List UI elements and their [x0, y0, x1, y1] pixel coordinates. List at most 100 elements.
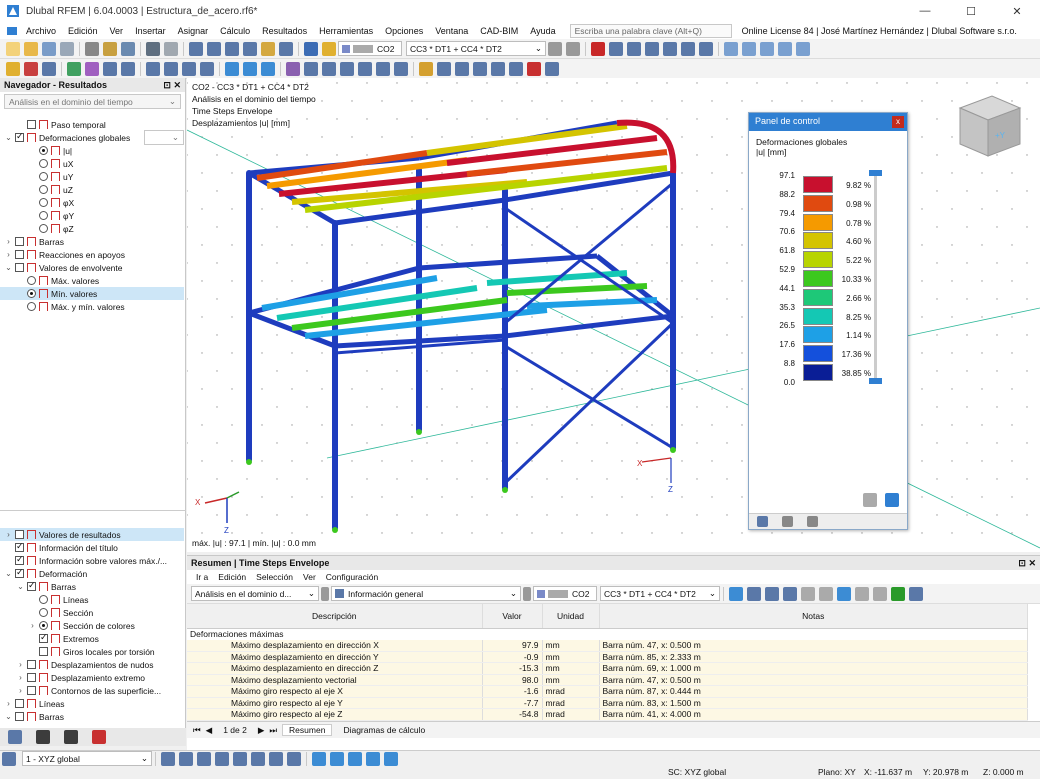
radio-button[interactable]: [39, 185, 48, 194]
snap-icon-5[interactable]: [384, 751, 398, 766]
radio-button[interactable]: [39, 608, 48, 617]
tab-resumen[interactable]: Resumen: [282, 724, 333, 736]
annotation-icon[interactable]: [394, 61, 408, 76]
values-icon[interactable]: [627, 41, 641, 56]
nav-item[interactable]: uX: [0, 157, 184, 170]
results-export-icon[interactable]: [855, 586, 869, 601]
section-icon[interactable]: [663, 41, 677, 56]
results-analysis-combo[interactable]: Análisis en el dominio d... ⌄: [191, 586, 319, 601]
nav-item[interactable]: φZ: [0, 222, 184, 235]
menu-herramientas[interactable]: Herramientas: [313, 26, 379, 36]
checkbox[interactable]: [27, 686, 36, 695]
load-case-combo[interactable]: CO2: [338, 41, 402, 56]
analysis-type-dropdown[interactable]: Análisis en el dominio del tiempo ⌄: [4, 94, 181, 109]
checkbox[interactable]: [27, 660, 36, 669]
snap-icon-2[interactable]: [330, 751, 344, 766]
chevron-down-icon[interactable]: ⌄: [4, 263, 13, 272]
results-menu-seleccion[interactable]: Selección: [251, 572, 298, 582]
view-cube-icon[interactable]: +Y: [958, 95, 1022, 157]
chevron-down-icon[interactable]: ⌄: [4, 712, 13, 721]
checkbox[interactable]: [27, 580, 36, 591]
results-print-icon[interactable]: [873, 586, 887, 601]
app-menu-icon[interactable]: [6, 25, 18, 37]
report-icon[interactable]: [103, 41, 117, 56]
member-icon[interactable]: [42, 61, 56, 76]
checkbox[interactable]: [15, 567, 24, 578]
render-icon[interactable]: [304, 61, 318, 76]
results-combination-combo[interactable]: CC3 * DT1 + CC4 * DT2 ⌄: [600, 586, 720, 601]
checkbox[interactable]: [15, 541, 24, 552]
print-icon[interactable]: [85, 41, 99, 56]
radio-button[interactable]: [27, 302, 36, 311]
color-scale-icon[interactable]: [419, 61, 433, 76]
visibility-icon[interactable]: [491, 61, 505, 76]
wave-icon[interactable]: [286, 61, 300, 76]
col-unidad[interactable]: Unidad: [542, 604, 600, 629]
status-icon-6[interactable]: [251, 751, 265, 766]
status-icon-3[interactable]: [197, 751, 211, 766]
combination-combo[interactable]: CC3 * DT1 + CC4 * DT2 ⌄: [406, 41, 546, 56]
nav-item[interactable]: ⌄ Deformación: [0, 567, 184, 580]
table-row[interactable]: Máximo desplazamiento vectorial 98.0 mm Bar…: [187, 674, 1028, 686]
status-icon-8[interactable]: [287, 751, 301, 766]
copy-icon[interactable]: [146, 61, 160, 76]
structure-3d-model[interactable]: X Z X Z +Y: [187, 78, 1040, 552]
results-chart-icon[interactable]: [837, 586, 851, 601]
nav-item[interactable]: Información del título: [0, 541, 184, 554]
view-icon[interactable]: [2, 751, 16, 766]
save-all-icon[interactable]: [60, 41, 74, 56]
status-icon-4[interactable]: [215, 751, 229, 766]
nav-item[interactable]: ⌄ Barras: [0, 580, 184, 593]
chevron-right-icon[interactable]: ›: [16, 673, 25, 682]
control-panel-close-button[interactable]: x: [892, 116, 904, 128]
nav-item[interactable]: Líneas: [0, 593, 184, 606]
nav-item[interactable]: Información sobre valores máx./...: [0, 554, 184, 567]
checkbox[interactable]: [15, 250, 24, 259]
node-icon[interactable]: [6, 61, 20, 76]
results-zoom-icon[interactable]: [783, 586, 797, 601]
scale-icon[interactable]: [699, 41, 713, 56]
menu-ver[interactable]: Ver: [104, 26, 130, 36]
grid-icon[interactable]: [279, 41, 293, 56]
radio-button[interactable]: [39, 198, 48, 207]
save-icon[interactable]: [42, 41, 56, 56]
top-view-icon[interactable]: [778, 41, 792, 56]
filter-icon[interactable]: [645, 41, 659, 56]
menu-ayuda[interactable]: Ayuda: [524, 26, 561, 36]
menu-archivo[interactable]: Archivo: [20, 26, 62, 36]
select-window-icon[interactable]: [473, 61, 487, 76]
display-tab-icon[interactable]: [36, 730, 50, 744]
hinge-icon[interactable]: [85, 61, 99, 76]
iso-view-icon[interactable]: [724, 41, 738, 56]
radio-button[interactable]: [39, 146, 48, 155]
filter-tab-icon[interactable]: [807, 516, 818, 527]
results-columns-icon[interactable]: [819, 586, 833, 601]
snap-node-icon[interactable]: [243, 61, 257, 76]
results-menu-ir-a[interactable]: Ir a: [191, 572, 213, 582]
nav-item[interactable]: › Desplazamiento extremo: [0, 671, 184, 684]
slider-bottom-handle[interactable]: [869, 378, 882, 384]
results-tab-icon[interactable]: [92, 730, 106, 744]
nav-item[interactable]: Extremos: [0, 632, 184, 645]
new-file-icon[interactable]: [6, 41, 20, 56]
menu-calculo[interactable]: Cálculo: [214, 26, 256, 36]
results-menu-ver[interactable]: Ver: [298, 572, 321, 582]
nav-item[interactable]: uZ: [0, 183, 184, 196]
solid-icon[interactable]: [121, 61, 135, 76]
results-view-icon[interactable]: [765, 586, 779, 601]
nav-item[interactable]: › Barras: [0, 235, 184, 248]
nav-item[interactable]: Giros locales por torsión: [0, 645, 184, 658]
close-button[interactable]: ✕: [994, 0, 1040, 22]
results-load-case-combo[interactable]: CO2: [533, 586, 597, 601]
checkbox[interactable]: [15, 554, 24, 565]
redo-icon[interactable]: [164, 41, 178, 56]
chevron-right-icon[interactable]: ›: [16, 686, 25, 695]
results-excel-icon[interactable]: [891, 586, 905, 601]
table-row[interactable]: Máximo giro respecto al eje Z -54.8 mrad Ba…: [187, 708, 1028, 721]
chevron-right-icon[interactable]: ›: [16, 660, 25, 669]
mirror-icon[interactable]: [200, 61, 214, 76]
snap-line-icon[interactable]: [261, 61, 275, 76]
table-row[interactable]: Máximo giro respecto al eje X -1.6 mrad Bar…: [187, 685, 1028, 698]
loads-icon[interactable]: [304, 41, 318, 56]
nav-item[interactable]: φX: [0, 196, 184, 209]
